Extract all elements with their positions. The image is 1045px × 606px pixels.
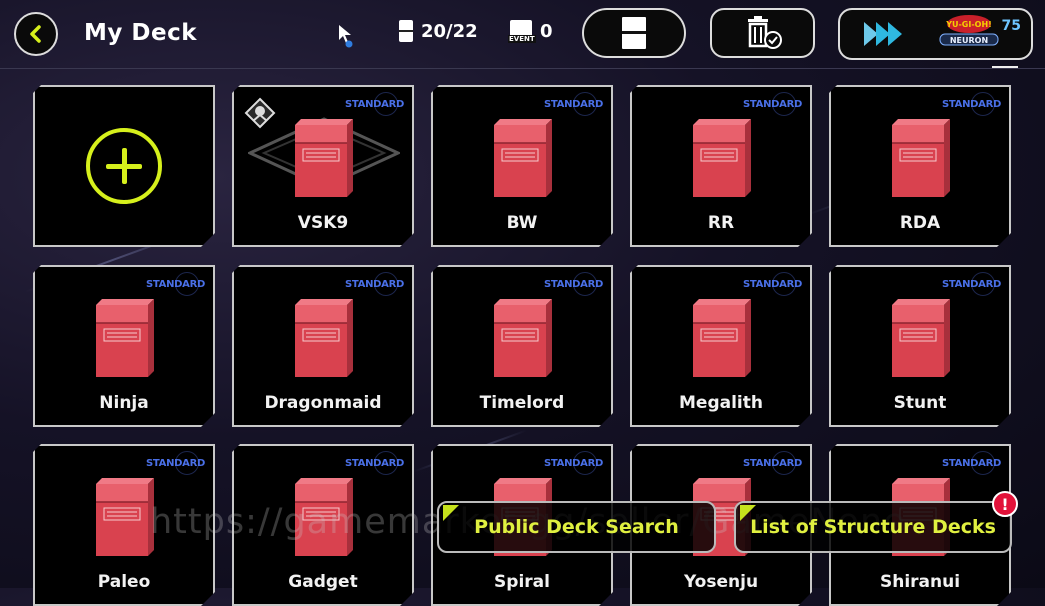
deck-box-icon	[888, 117, 952, 199]
card-icon	[399, 20, 413, 42]
format-badge: STANDARD	[544, 458, 603, 469]
format-badge: STANDARD	[942, 279, 1001, 290]
deck-box-icon	[490, 297, 554, 379]
neuron-logo: YU-GI-OH! NEURON	[939, 15, 999, 46]
deck-box-icon	[291, 297, 355, 379]
deck-box-icon	[888, 297, 952, 379]
deck-box-icon	[92, 297, 156, 379]
format-badge: STANDARD	[345, 458, 404, 469]
back-arrow-icon	[30, 25, 41, 43]
format-badge: STANDARD	[146, 279, 205, 290]
deck-tile[interactable]: STANDARD Timelord	[431, 265, 613, 427]
deck-tile[interactable]: STANDARD BW	[431, 85, 613, 247]
event-count-value: 0	[540, 20, 553, 42]
format-badge: STANDARD	[743, 99, 802, 110]
deck-name: Timelord	[479, 393, 565, 413]
deck-name: Dragonmaid	[264, 393, 382, 413]
format-badge: STANDARD	[146, 458, 205, 469]
deck-name: Ninja	[99, 393, 149, 413]
format-badge: STANDARD	[544, 279, 603, 290]
structure-decks-label: List of Structure Decks	[750, 516, 996, 538]
format-badge: STANDARD	[345, 279, 404, 290]
page-title: My Deck	[84, 20, 198, 46]
structure-decks-button[interactable]: List of Structure Decks	[734, 501, 1012, 553]
deck-count: 20/22	[399, 20, 478, 42]
deck-name: Paleo	[97, 572, 151, 592]
deck-tile[interactable]: STANDARD Stunt	[829, 265, 1011, 427]
public-deck-search-button[interactable]: Public Deck Search	[437, 501, 716, 553]
deck-box-icon	[92, 476, 156, 558]
corner-accent	[443, 505, 459, 521]
event-count: EVENT 0	[508, 20, 553, 43]
duel-mode-button[interactable]: YU-GI-OH! NEURON 75	[838, 8, 1033, 60]
format-badge: STANDARD	[544, 99, 603, 110]
public-deck-search-label: Public Deck Search	[474, 516, 679, 538]
event-icon: EVENT	[508, 20, 536, 43]
format-badge: STANDARD	[942, 99, 1001, 110]
svg-text:NEURON: NEURON	[950, 36, 988, 45]
header-divider	[0, 68, 1045, 69]
delete-deck-button[interactable]	[710, 8, 815, 58]
trash-check-icon	[747, 16, 782, 49]
deck-name: Yosenju	[683, 572, 759, 592]
deck-name: Shiranui	[879, 572, 961, 592]
deck-name: Stunt	[893, 393, 947, 413]
deck-tile[interactable]: STANDARD RR	[630, 85, 812, 247]
deck-tile[interactable]: STANDARD Megalith	[630, 265, 812, 427]
deck-name: BW	[506, 213, 538, 233]
deck-name: RR	[707, 213, 735, 233]
deck-box-icon	[291, 117, 355, 199]
back-button[interactable]	[14, 12, 58, 56]
deck-tile[interactable]: STANDARD RDA	[829, 85, 1011, 247]
notification-badge: !	[992, 491, 1018, 517]
format-badge: STANDARD	[743, 458, 802, 469]
deck-name: Gadget	[288, 572, 358, 592]
deck-box-icon	[490, 117, 554, 199]
sort-button[interactable]	[582, 8, 686, 58]
deck-name: Spiral	[494, 572, 550, 592]
deck-box-icon	[689, 297, 753, 379]
format-badge: STANDARD	[942, 458, 1001, 469]
deck-count-value: 20/22	[421, 20, 478, 42]
deck-tile[interactable]: STANDARD VSK9	[232, 85, 414, 247]
top-bar: My Deck 20/22 EVENT 0 YU-GI-OH! NEURON 7…	[0, 0, 1045, 69]
plus-icon	[86, 128, 162, 204]
format-badge: STANDARD	[743, 279, 802, 290]
deck-tile[interactable]: STANDARD Dragonmaid	[232, 265, 414, 427]
deck-box-icon	[689, 117, 753, 199]
chevron-icon	[864, 22, 902, 46]
format-badge: STANDARD	[345, 99, 404, 110]
new-deck-button[interactable]	[33, 85, 215, 247]
deck-name: RDA	[899, 213, 941, 233]
cursor-icon	[339, 25, 353, 48]
card-sort-icon	[622, 17, 646, 49]
deck-tile[interactable]: STANDARD Ninja	[33, 265, 215, 427]
deck-name: VSK9	[297, 213, 349, 233]
deck-name: Megalith	[679, 393, 763, 413]
svg-text:YU-GI-OH!: YU-GI-OH!	[945, 20, 992, 29]
level-indicator: 75	[1001, 18, 1021, 34]
favorite-deck-icon	[244, 97, 276, 129]
